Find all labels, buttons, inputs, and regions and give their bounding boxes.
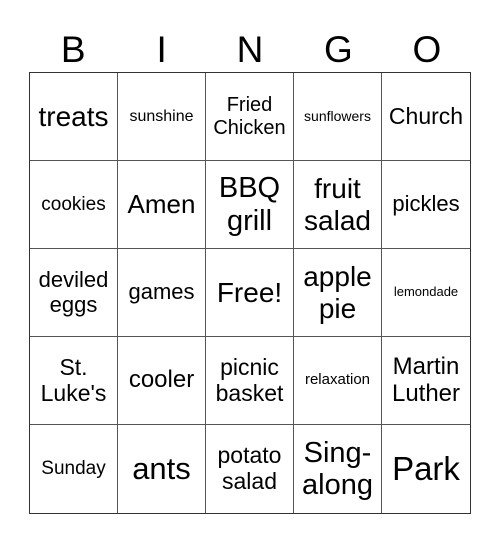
header-letter-o: O	[412, 29, 442, 70]
bingo-cell[interactable]: Amen	[118, 161, 206, 249]
bingo-cell[interactable]: fruit salad	[294, 161, 382, 249]
bingo-cell[interactable]: deviled eggs	[30, 249, 118, 337]
bingo-cell[interactable]: sunshine	[118, 73, 206, 161]
bingo-cell[interactable]: relaxation	[294, 337, 382, 425]
header-letter-g: G	[324, 29, 353, 70]
bingo-cell[interactable]: sunflowers	[294, 73, 382, 161]
header-letter-b: B	[60, 29, 86, 70]
bingo-cell[interactable]: pickles	[382, 161, 470, 249]
bingo-cell[interactable]: Martin Luther	[382, 337, 470, 425]
bingo-cell[interactable]: cooler	[118, 337, 206, 425]
bingo-cell[interactable]: treats	[30, 73, 118, 161]
bingo-cell[interactable]: St. Luke's	[30, 337, 118, 425]
bingo-grid: treats sunshine Fried Chicken sunflowers…	[29, 72, 471, 514]
bingo-cell[interactable]: Sunday	[30, 425, 118, 513]
free-space-cell[interactable]: Free!	[206, 249, 294, 337]
bingo-cell[interactable]: cookies	[30, 161, 118, 249]
bingo-cell[interactable]: apple pie	[294, 249, 382, 337]
bingo-cell[interactable]: Church	[382, 73, 470, 161]
header-letter-i: I	[156, 29, 167, 70]
bingo-cell[interactable]: Park	[382, 425, 470, 513]
bingo-cell[interactable]: picnic basket	[206, 337, 294, 425]
bingo-cell[interactable]: BBQ grill	[206, 161, 294, 249]
bingo-cell[interactable]: potato salad	[206, 425, 294, 513]
bingo-cell[interactable]: ants	[118, 425, 206, 513]
bingo-cell[interactable]: Sing-along	[294, 425, 382, 513]
bingo-header: B I N G O	[29, 28, 471, 72]
bingo-cell[interactable]: games	[118, 249, 206, 337]
bingo-cell[interactable]: lemondade	[382, 249, 470, 337]
header-letter-n: N	[236, 29, 264, 70]
bingo-cell[interactable]: Fried Chicken	[206, 73, 294, 161]
